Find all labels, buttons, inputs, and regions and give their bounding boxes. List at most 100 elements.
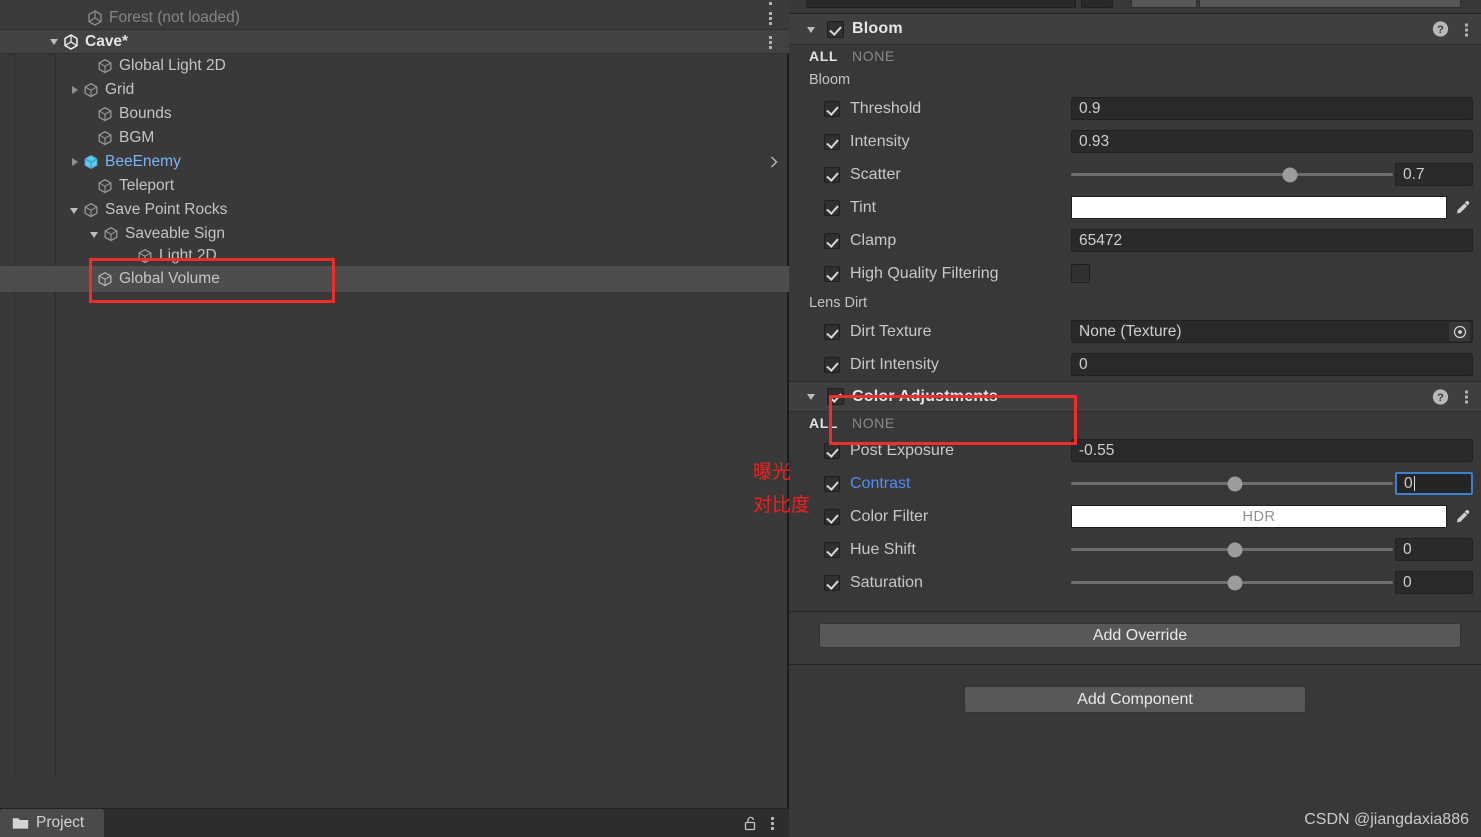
hierarchy-row-forest-scene[interactable]: Forest (not loaded)	[0, 6, 789, 30]
dirt-texture-value: None (Texture)	[1079, 322, 1182, 340]
foldout-toggle[interactable]	[68, 83, 82, 97]
kebab-menu-icon[interactable]	[1465, 389, 1469, 405]
slider-knob[interactable]	[1227, 575, 1243, 590]
clamp-label: Clamp	[850, 231, 897, 249]
bloom-group-label: Bloom	[809, 71, 851, 88]
gameobject-cube-icon	[98, 178, 112, 194]
kebab-menu-icon[interactable]	[769, 34, 773, 50]
slider-knob[interactable]	[1282, 167, 1298, 182]
bloom-all-button[interactable]: ALL	[809, 48, 838, 64]
bloom-enabled-checkbox[interactable]	[827, 20, 844, 38]
dirt-texture-object-field[interactable]: None (Texture)	[1071, 320, 1473, 343]
post-exposure-input[interactable]: -0.55	[1071, 439, 1473, 462]
foldout-toggle[interactable]	[72, 11, 86, 25]
clamp-override-checkbox[interactable]	[824, 232, 840, 249]
hierarchy-row-label: BeeEnemy	[105, 153, 181, 171]
intensity-override-checkbox[interactable]	[824, 133, 840, 150]
saturation-value-input[interactable]: 0	[1395, 571, 1473, 594]
scatter-slider[interactable]	[1071, 163, 1393, 186]
contrast-label: Contrast	[850, 474, 911, 492]
kebab-menu-icon[interactable]	[771, 815, 775, 831]
hierarchy-row-grid[interactable]: Grid	[0, 78, 789, 102]
hue-shift-slider[interactable]	[1071, 538, 1393, 561]
slider-track	[1071, 575, 1393, 590]
foldout-toggle[interactable]	[48, 35, 62, 49]
hierarchy-row-label: Grid	[105, 81, 135, 99]
saturation-slider[interactable]	[1071, 571, 1393, 594]
threshold-override-checkbox[interactable]	[824, 100, 840, 117]
bloom-none-button[interactable]: NONE	[852, 48, 895, 64]
tint-color-swatch[interactable]	[1071, 196, 1447, 219]
hierarchy-row-global-volume[interactable]: Global Volume	[0, 266, 789, 292]
gameobject-cube-icon	[98, 106, 112, 122]
tint-override-checkbox[interactable]	[824, 199, 840, 216]
hierarchy-row-bgm[interactable]: BGM	[0, 126, 789, 150]
clamp-input[interactable]: 65472	[1071, 229, 1473, 252]
hqf-override-checkbox[interactable]	[824, 265, 840, 282]
lock-open-icon[interactable]	[744, 816, 757, 831]
watermark: CSDN @jiangdaxia886	[1304, 811, 1469, 828]
hierarchy-row-light-2d[interactable]: Light 2D	[0, 246, 789, 266]
cropped-button[interactable]	[1199, 0, 1461, 8]
threshold-input[interactable]: 0.9	[1071, 97, 1473, 120]
object-picker-icon[interactable]	[1449, 322, 1470, 341]
color-filter-swatch[interactable]: HDR	[1071, 505, 1447, 528]
kebab-menu-icon[interactable]	[769, 10, 773, 26]
hierarchy-row-cave-scene[interactable]: Cave*	[0, 30, 789, 54]
prop-row-scatter: Scatter 0.7	[789, 158, 1481, 191]
cropped-button[interactable]	[1131, 0, 1197, 8]
prop-row-tint: Tint	[789, 191, 1481, 224]
hierarchy-row-saveable-sign[interactable]: Saveable Sign	[0, 222, 789, 246]
foldout-toggle[interactable]	[805, 390, 819, 404]
foldout-toggle[interactable]	[805, 22, 819, 36]
scatter-value-input[interactable]: 0.7	[1395, 163, 1473, 186]
contrast-slider[interactable]	[1071, 472, 1393, 495]
hierarchy-row-save-point-rocks[interactable]: Save Point Rocks	[0, 198, 789, 222]
color-filter-override-checkbox[interactable]	[824, 508, 840, 525]
add-override-button[interactable]: Add Override	[819, 623, 1461, 648]
saturation-override-checkbox[interactable]	[824, 574, 840, 591]
post-exposure-override-checkbox[interactable]	[824, 442, 840, 459]
slider-knob[interactable]	[1227, 476, 1243, 491]
add-component-button[interactable]: Add Component	[964, 686, 1306, 713]
foldout-toggle	[82, 272, 96, 286]
cropped-field[interactable]	[806, 0, 1076, 8]
chevron-right-icon[interactable]	[769, 155, 779, 169]
hqf-value-checkbox[interactable]	[1071, 264, 1090, 283]
contrast-override-checkbox[interactable]	[824, 475, 840, 492]
tab-project[interactable]: Project	[0, 808, 105, 837]
foldout-toggle[interactable]	[68, 203, 82, 217]
annotation-exposure-note: 曝光	[753, 462, 792, 483]
slider-knob[interactable]	[1227, 542, 1243, 557]
bloom-header[interactable]: Bloom ?	[789, 14, 1481, 45]
dirt-intensity-input[interactable]: 0	[1071, 353, 1473, 376]
ca-none-button[interactable]: NONE	[852, 415, 895, 431]
eyedropper-icon[interactable]	[1451, 196, 1473, 219]
foldout-toggle[interactable]	[68, 155, 82, 169]
hierarchy-row-label: Forest (not loaded)	[109, 8, 240, 26]
eyedropper-icon[interactable]	[1451, 505, 1473, 528]
dirt-intensity-override-checkbox[interactable]	[824, 356, 840, 373]
hue-shift-value-input[interactable]: 0	[1395, 538, 1473, 561]
foldout-toggle[interactable]	[88, 227, 102, 241]
cropped-field[interactable]	[1081, 0, 1113, 8]
hdr-badge: HDR	[1242, 508, 1276, 525]
prop-row-contrast: Contrast 0	[789, 467, 1481, 500]
hierarchy-tree[interactable]: Forest (not loaded) Cave* Global Light 2…	[0, 0, 789, 808]
help-icon[interactable]: ?	[1432, 388, 1449, 405]
scatter-override-checkbox[interactable]	[824, 166, 840, 183]
hierarchy-row-teleport[interactable]: Teleport	[0, 174, 789, 198]
hierarchy-row-global-light-2d[interactable]: Global Light 2D	[0, 54, 789, 78]
contrast-value-input[interactable]: 0	[1395, 472, 1473, 495]
color-adjustments-header[interactable]: Color Adjustments ?	[789, 381, 1481, 412]
hierarchy-row-beeenemy[interactable]: BeeEnemy	[0, 150, 789, 174]
ca-all-button[interactable]: ALL	[809, 415, 838, 431]
dirt-texture-override-checkbox[interactable]	[824, 323, 840, 340]
intensity-input[interactable]: 0.93	[1071, 130, 1473, 153]
help-icon[interactable]: ?	[1432, 21, 1449, 38]
hue-shift-override-checkbox[interactable]	[824, 541, 840, 558]
hierarchy-row-bounds[interactable]: Bounds	[0, 102, 789, 126]
foldout-toggle	[82, 59, 96, 73]
kebab-menu-icon[interactable]	[1465, 21, 1469, 37]
color-adjustments-enabled-checkbox[interactable]	[827, 388, 844, 405]
